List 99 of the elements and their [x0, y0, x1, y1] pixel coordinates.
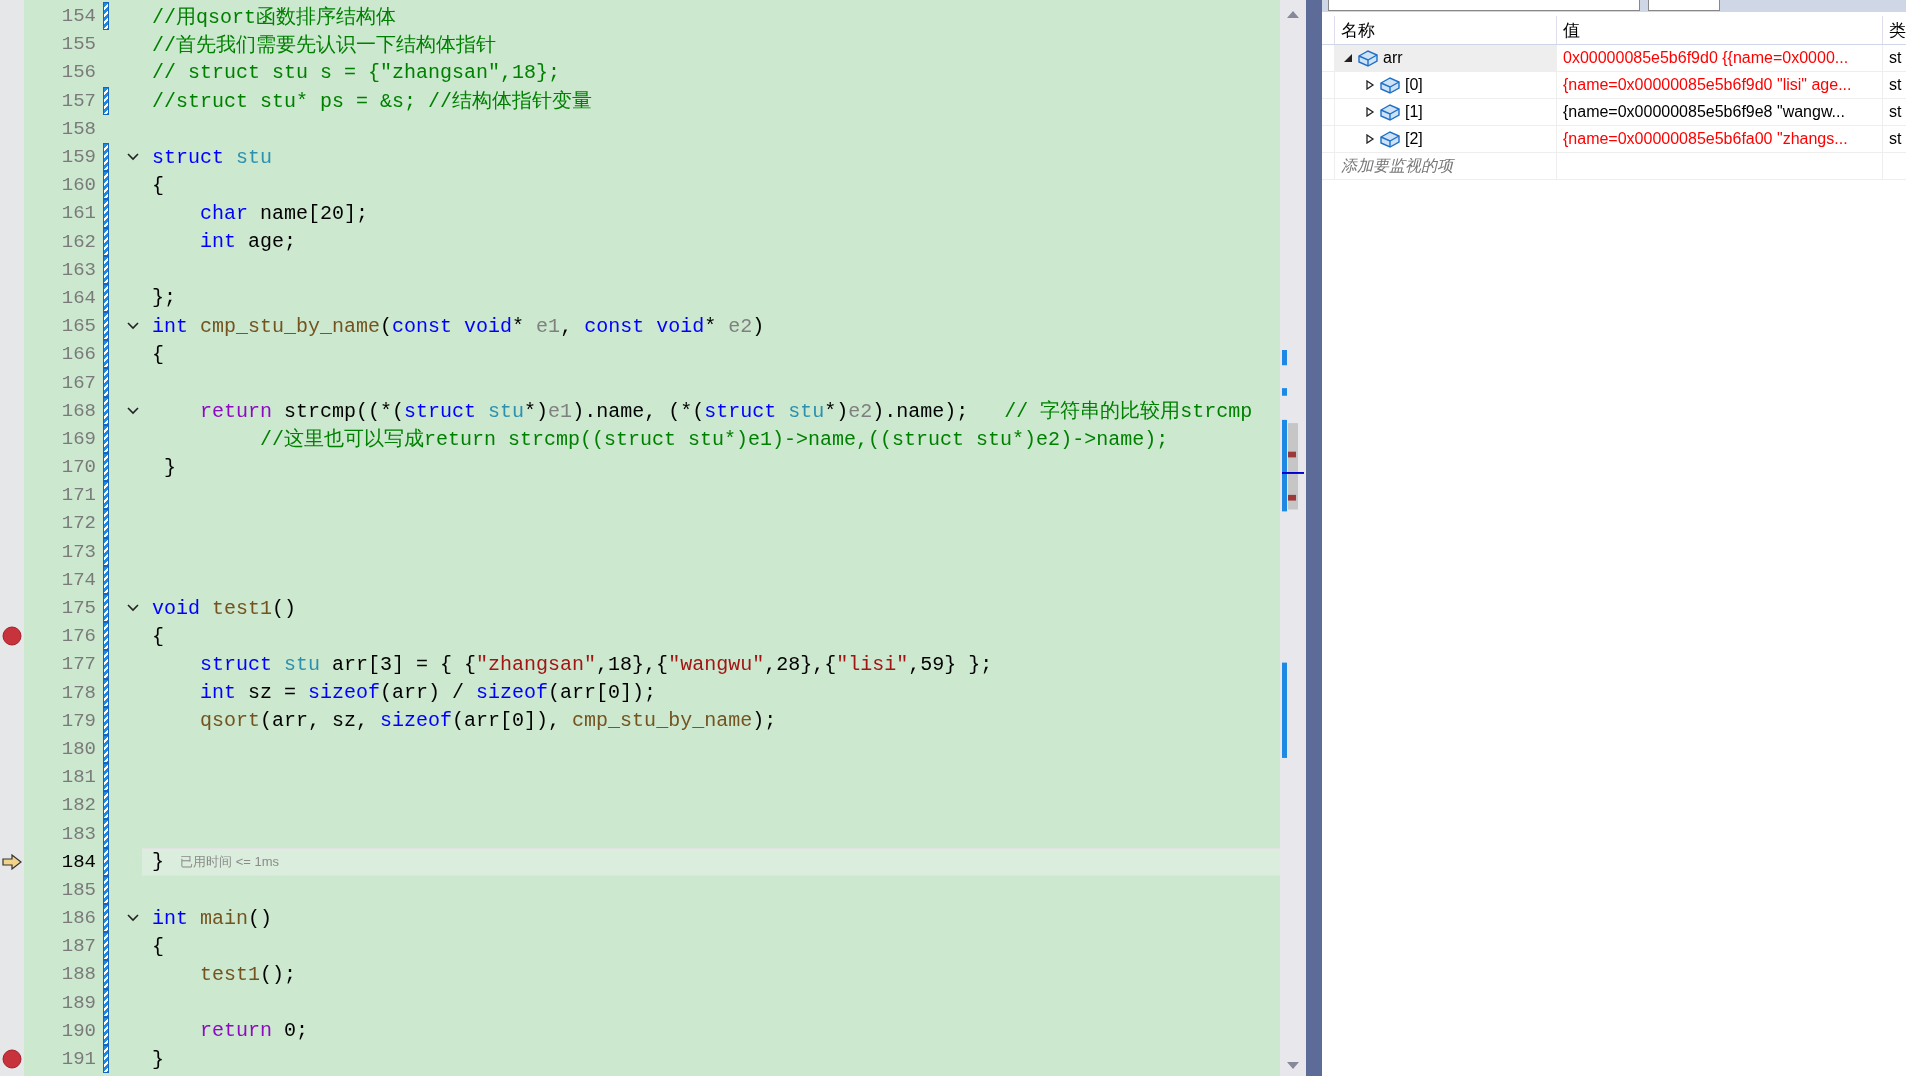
expand-icon[interactable]: [1365, 134, 1375, 144]
line-number: 157: [60, 89, 96, 112]
line-number: 191: [60, 1048, 96, 1071]
line-number: 170: [60, 456, 96, 479]
code-line: int main(): [152, 906, 273, 930]
column-header[interactable]: 名称: [1334, 16, 1556, 44]
scroll-down-icon[interactable]: [1286, 1061, 1301, 1070]
watch-name-cell[interactable]: arr: [1334, 45, 1556, 71]
watch-type-cell: st: [1882, 126, 1906, 152]
code-line: {: [152, 342, 164, 366]
line-number: 158: [60, 117, 96, 140]
line-number: 189: [60, 991, 96, 1014]
watch-name-cell[interactable]: [2]: [1334, 126, 1556, 152]
elapsed-time-hint: 已用时间 <= 1ms: [180, 852, 279, 871]
line-number: 177: [60, 653, 96, 676]
code-line: return 0;: [199, 1019, 309, 1043]
line-number: 190: [60, 1019, 96, 1042]
line-number: 155: [60, 33, 96, 56]
code-line: {: [152, 934, 164, 958]
collapse-icon[interactable]: [127, 406, 139, 415]
line-number: 159: [60, 146, 96, 169]
watch-type-cell: st: [1882, 45, 1906, 71]
code-line: void test1(): [152, 596, 297, 620]
watch-value-cell: {name=0x00000085e5b6f9e8 "wangw...: [1556, 99, 1882, 125]
line-number: 174: [60, 568, 96, 591]
line-number: 166: [60, 343, 96, 366]
line-number: 164: [60, 286, 96, 309]
breakpoint-icon[interactable]: [2, 626, 22, 647]
line-number: 180: [60, 737, 96, 760]
collapse-icon[interactable]: [127, 914, 139, 923]
line-number: 178: [60, 681, 96, 704]
code-line: int sz = sizeof(arr) / sizeof(arr[0]);: [199, 681, 657, 705]
line-number: 188: [60, 963, 96, 986]
line-number: 186: [60, 907, 96, 930]
search-field[interactable]: [1328, 0, 1640, 11]
line-number: 160: [60, 174, 96, 197]
line-number: 156: [60, 61, 96, 84]
line-number: 187: [60, 935, 96, 958]
line-number: 184: [60, 850, 96, 873]
code-line: }: [152, 1047, 164, 1071]
watch-value-cell: {name=0x00000085e5b6f9d0 "lisi" age...: [1556, 72, 1882, 98]
object-icon: [1379, 130, 1401, 148]
code-line: };: [152, 286, 176, 310]
code-line: char name[20];: [199, 201, 369, 225]
line-number: 165: [60, 315, 96, 338]
line-number: 176: [60, 625, 96, 648]
object-icon: [1357, 49, 1379, 67]
line-number: 175: [60, 597, 96, 620]
scroll-up-icon[interactable]: [1286, 10, 1301, 19]
code-line: // struct stu s = {"zhangsan",18};: [152, 60, 561, 84]
code-line: return strcmp((*(struct stu*)e1).name, (*(struct stu*)e2).name); // 字符串的比较用strcmp: [199, 399, 1253, 425]
code-line: struct stu: [152, 145, 273, 169]
code-line: qsort(arr, sz, sizeof(arr[0]), cmp_stu_by_name);: [199, 709, 777, 733]
watch-type-cell: st: [1882, 72, 1906, 98]
column-header[interactable]: 值: [1556, 16, 1882, 44]
object-icon: [1379, 76, 1401, 94]
line-number: 163: [60, 258, 96, 281]
collapse-icon[interactable]: [127, 604, 139, 613]
line-number: 168: [60, 399, 96, 422]
line-number: 179: [60, 709, 96, 732]
line-number: 185: [60, 878, 96, 901]
code-line: {: [152, 624, 164, 648]
code-line: test1();: [199, 962, 297, 986]
code-line: int cmp_stu_by_name(const void* e1, const void* e2): [152, 314, 765, 338]
collapse-icon[interactable]: [127, 153, 139, 162]
code-line: }: [152, 850, 164, 874]
code-line: //首先我们需要先认识一下结构体指针: [152, 32, 496, 58]
line-number: 162: [60, 230, 96, 253]
code-line: struct stu arr[3] = { {"zhangsan",18},{"wangwu",28},{"lisi",59} };: [199, 652, 993, 676]
line-number: 172: [60, 512, 96, 535]
line-number: 173: [60, 540, 96, 563]
object-icon: [1379, 103, 1401, 121]
line-number: 167: [60, 371, 96, 394]
expanded-icon[interactable]: [1343, 53, 1353, 63]
column-header[interactable]: 类: [1882, 16, 1906, 44]
watch-name-cell[interactable]: [1]: [1334, 99, 1556, 125]
code-line: }: [163, 455, 176, 479]
code-line: {: [152, 173, 164, 197]
code-line: //这里也可以写成return strcmp((struct stu*)e1)->name,((struct stu*)e2)->name);: [259, 427, 1169, 453]
breakpoint-icon[interactable]: [2, 1049, 22, 1070]
watch-type-cell: st: [1882, 99, 1906, 125]
code-line: //struct stu* ps = &s; //结构体指针变量: [152, 89, 593, 115]
expand-icon[interactable]: [1365, 80, 1375, 90]
code-line: //用qsort函数排序结构体: [152, 4, 396, 30]
line-number: 171: [60, 484, 96, 507]
expand-icon[interactable]: [1365, 107, 1375, 117]
watch-value-cell: {name=0x00000085e5b6fa00 "zhangs...: [1556, 126, 1882, 152]
line-number: 183: [60, 822, 96, 845]
line-number: 181: [60, 766, 96, 789]
line-number: 169: [60, 427, 96, 450]
code-line: int age;: [199, 230, 297, 254]
watch-name-cell[interactable]: [0]: [1334, 72, 1556, 98]
search-depth-field[interactable]: [1648, 0, 1720, 11]
add-watch-placeholder[interactable]: 添加要监视的项: [1334, 153, 1556, 179]
collapse-icon[interactable]: [127, 322, 139, 331]
line-number: 182: [60, 794, 96, 817]
line-number: 154: [60, 5, 96, 28]
watch-value-cell: 0x00000085e5b6f9d0 {{name=0x0000...: [1556, 45, 1882, 71]
line-number: 161: [60, 202, 96, 225]
